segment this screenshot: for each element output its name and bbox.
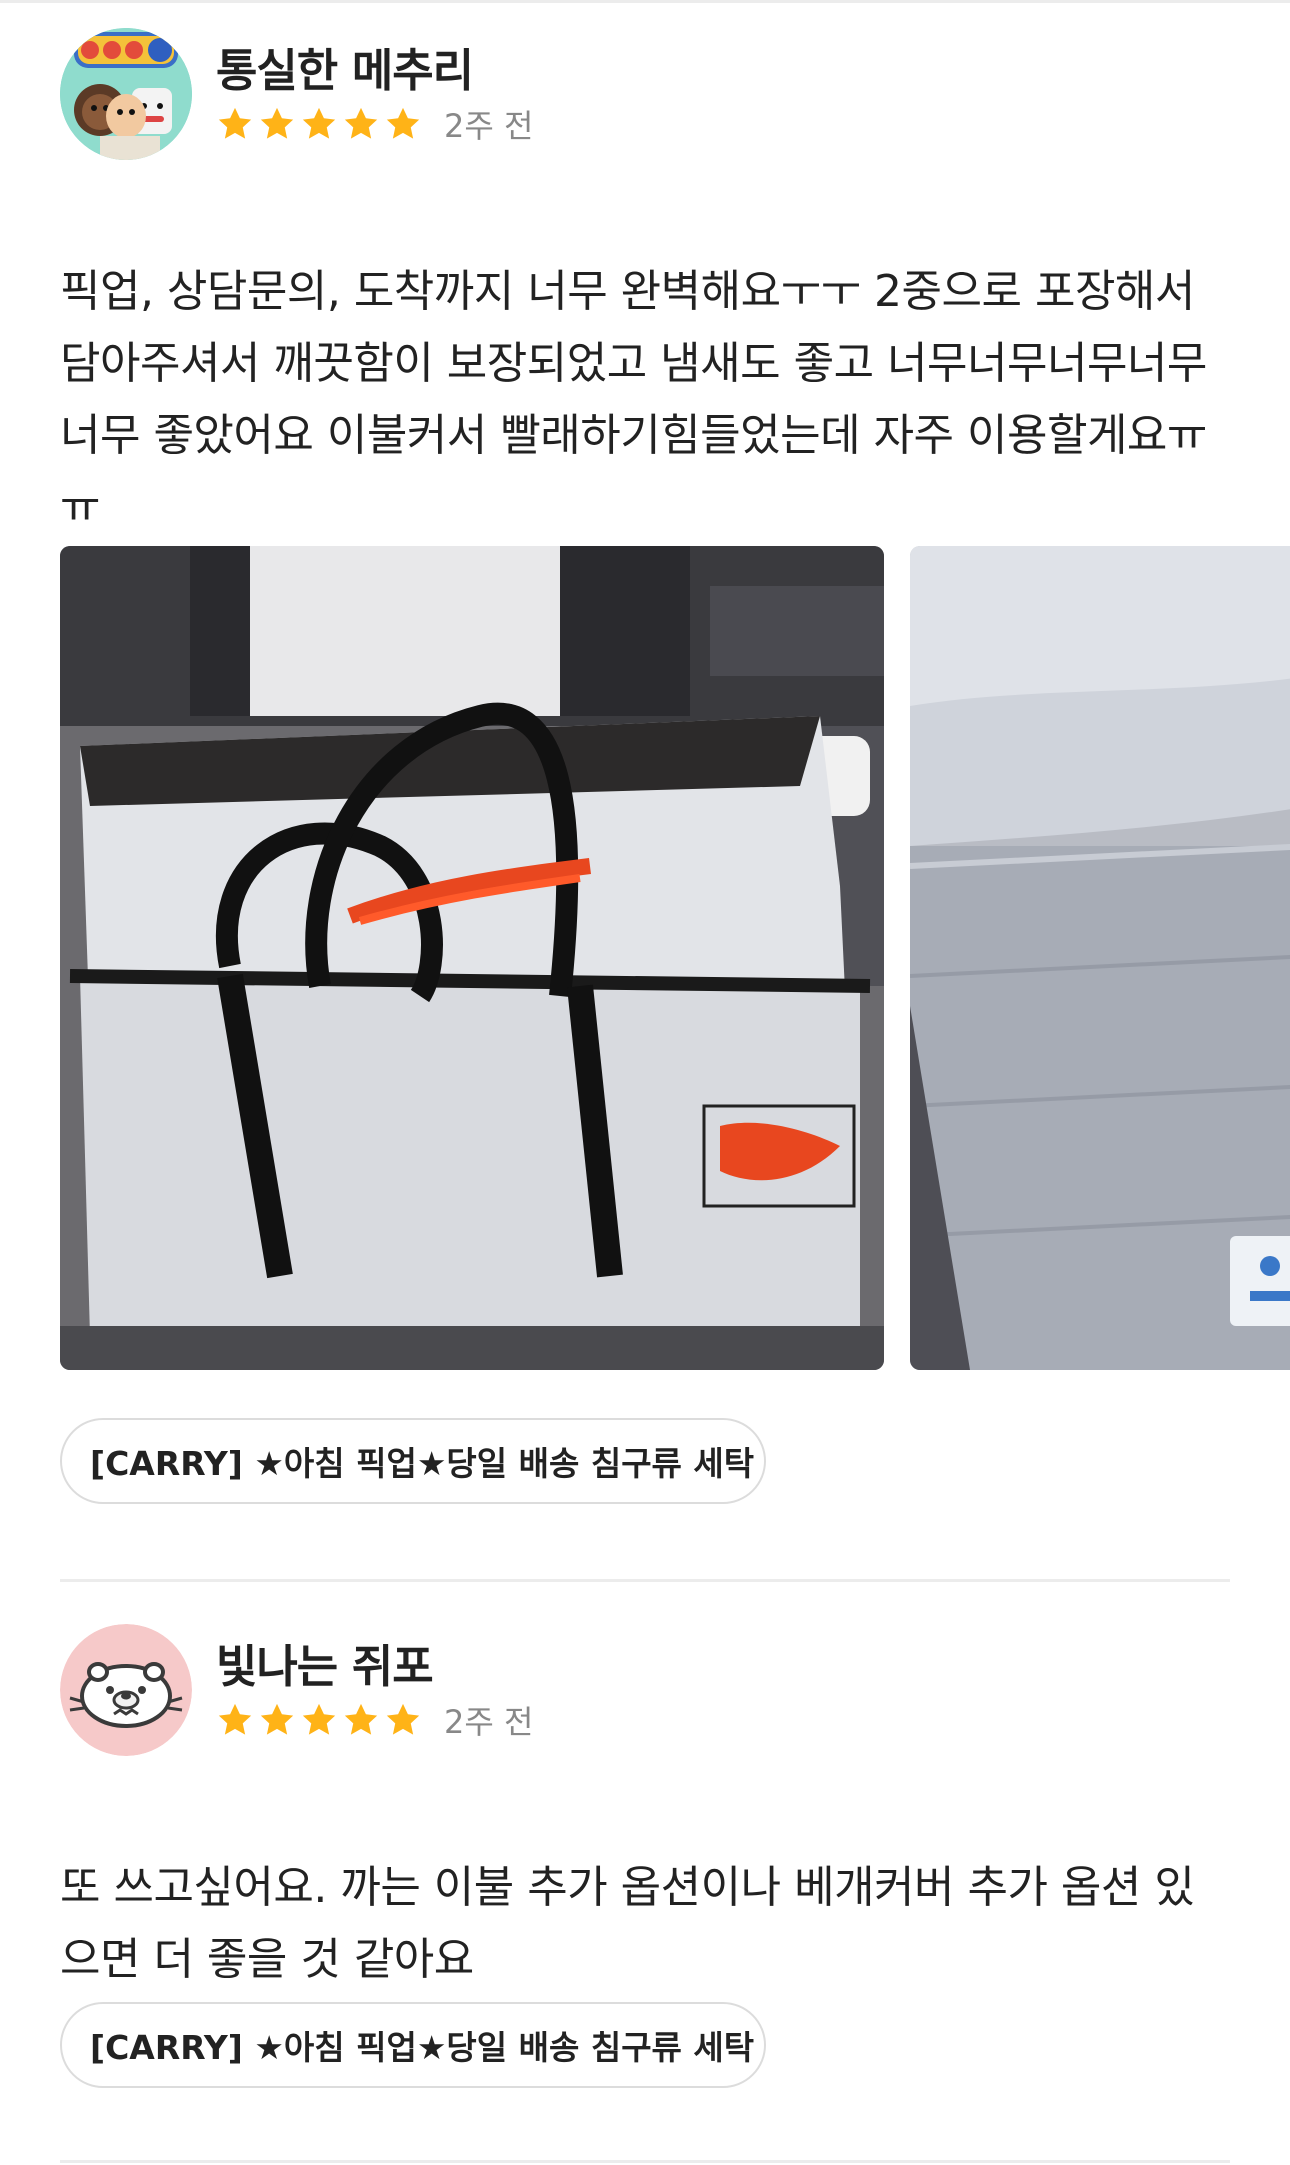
star-icon bbox=[218, 107, 252, 139]
cartoon-characters-avatar-icon[interactable] bbox=[60, 28, 192, 160]
top-divider bbox=[0, 0, 1290, 3]
star-icon bbox=[386, 107, 420, 139]
laundry-bag-photo[interactable] bbox=[60, 546, 884, 1370]
product-tag-button[interactable]: [CARRY] ★아침 픽업★당일 배송 침구류 세탁 bbox=[60, 2002, 766, 2088]
star-icon bbox=[218, 1703, 252, 1735]
review-divider bbox=[60, 1579, 1230, 1582]
review-header: 통실한 메추리 2주 전 bbox=[60, 26, 1230, 160]
star-icon bbox=[344, 1703, 378, 1735]
review-card: 통실한 메추리 2주 전 픽업, 상담문의, 도착까지 너무 완벽해요ㅜㅜ 2중… bbox=[60, 26, 1290, 1504]
review-text: 픽업, 상담문의, 도착까지 너무 완벽해요ㅜㅜ 2중으로 포장해서 담아주셔서… bbox=[60, 266, 1207, 533]
review-photo-carousel[interactable] bbox=[60, 546, 1290, 1370]
author-name: 통실한 메추리 bbox=[216, 44, 474, 97]
star-icon bbox=[344, 107, 378, 139]
review-header: 빛나는 쥐포 2주 전 bbox=[60, 1622, 1230, 1756]
otter-avatar-icon[interactable] bbox=[60, 1624, 192, 1756]
review-text: 또 쓰고싶어요. 까는 이불 추가 옵션이나 베개커버 추가 옵션 있으면 더 … bbox=[60, 1862, 1195, 1985]
star-rating bbox=[216, 1701, 426, 1739]
author-name: 빛나는 쥐포 bbox=[216, 1640, 434, 1693]
product-tag-button[interactable]: [CARRY] ★아침 픽업★당일 배송 침구류 세탁 bbox=[60, 1418, 766, 1504]
rating-row: 2주 전 bbox=[216, 104, 534, 145]
review-divider bbox=[60, 2160, 1230, 2163]
packed-bedding-photo[interactable] bbox=[910, 546, 1290, 1370]
star-icon bbox=[302, 107, 336, 139]
review-card: 빛나는 쥐포 2주 전 또 쓰고싶어요. 까는 이불 추가 옵션이나 베개커버 … bbox=[60, 1622, 1230, 2088]
review-date: 2주 전 bbox=[444, 107, 534, 145]
star-icon bbox=[260, 1703, 294, 1735]
star-icon bbox=[386, 1703, 420, 1735]
star-rating bbox=[216, 105, 426, 143]
rating-row: 2주 전 bbox=[216, 1700, 534, 1741]
star-icon bbox=[260, 107, 294, 139]
star-icon bbox=[302, 1703, 336, 1735]
review-date: 2주 전 bbox=[444, 1703, 534, 1741]
